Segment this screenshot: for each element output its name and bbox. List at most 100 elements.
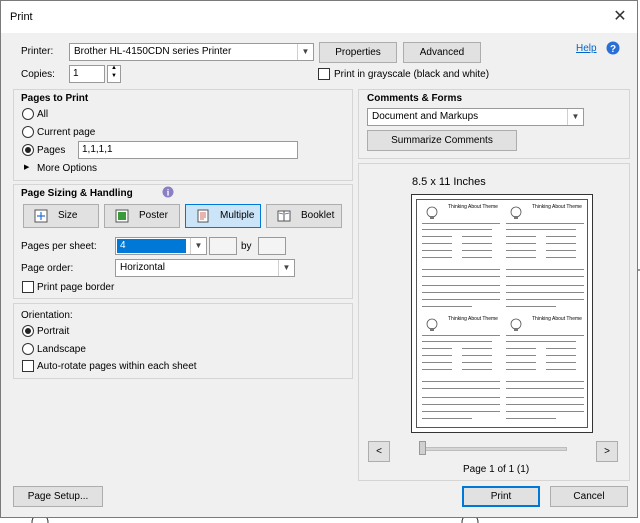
thumbnail-line [506,250,536,251]
preview-scrollbar-track[interactable] [419,447,567,451]
thumbnail-line [462,369,492,370]
radio-pages[interactable] [22,144,34,156]
copies-stepper[interactable]: ▲ ▼ [107,65,121,83]
thumbnail-line [546,348,576,349]
pages-per-sheet-select[interactable]: 4 ▼ [115,237,207,255]
thumbnail-line [506,257,536,258]
radio-all-label: All [37,109,49,120]
summarize-comments-button[interactable]: Summarize Comments [367,130,517,151]
pages-range-input[interactable]: 1,1,1,1 [78,141,298,159]
thumbnail-line [546,243,576,244]
close-icon[interactable]: ✕ [610,7,630,27]
thumbnail-line [422,397,500,398]
print-dialog: Print ✕ Printer: Brother HL-4150CDN seri… [0,0,638,518]
thumbnail-line [546,362,576,363]
radio-landscape[interactable] [22,343,34,355]
previous-page-button[interactable]: < [368,441,390,462]
thumbnail-line [506,411,584,412]
pages-per-sheet-highlight [117,239,186,253]
thumbnail-line [422,257,452,258]
thumbnail-line [546,369,576,370]
auto-rotate-checkbox[interactable] [22,360,34,372]
page-order-select[interactable]: Horizontal ▼ [115,259,295,277]
rows-input[interactable] [258,237,286,255]
thumbnail-line [422,388,500,389]
thumbnail-line [506,369,536,370]
info-icon[interactable]: i [162,186,174,198]
columns-input[interactable] [209,237,237,255]
thumbnail-line [422,418,472,419]
by-label: by [241,241,252,252]
thumbnail-line [422,223,500,224]
thumbnail-line [462,257,492,258]
paper-size-label: 8.5 x 11 Inches [412,176,486,188]
cancel-button[interactable]: Cancel [550,486,628,507]
printer-select-value: Brother HL-4150CDN series Printer [74,46,232,57]
chevron-down-icon: ▼ [278,260,294,276]
thumbnail-cell: Thinking About Theme [504,315,588,427]
advanced-button[interactable]: Advanced [403,42,481,63]
thumbnail-line [546,355,576,356]
thumbnail-line [462,243,492,244]
thumbnail-line [506,229,576,230]
printer-select[interactable]: Brother HL-4150CDN series Printer ▼ [69,43,314,61]
thumbnail-line [506,397,584,398]
expand-triangle-icon[interactable]: ▶ [24,163,29,171]
size-button[interactable]: Size [23,204,99,228]
thumbnail-title: Thinking About Theme [448,316,498,322]
poster-button[interactable]: Poster [104,204,180,228]
grayscale-checkbox[interactable] [318,68,330,80]
help-link[interactable]: Help [576,43,597,54]
dialog-title: Print [10,11,33,23]
thumbnail-line [422,404,500,405]
thumbnail-title: Thinking About Theme [532,204,582,210]
copies-input[interactable]: 1 [69,65,105,83]
stepper-up-icon[interactable]: ▲ [111,65,117,71]
size-icon [34,209,48,223]
lightbulb-icon [510,318,522,331]
lightbulb-icon [510,206,522,219]
thumbnail-line [462,355,492,356]
next-page-button[interactable]: > [596,441,618,462]
grayscale-label: Print in grayscale (black and white) [334,69,490,80]
thumbnail-line [422,269,500,270]
thumbnail-line [506,335,584,336]
thumbnail-line [506,223,584,224]
pages-per-sheet-value: 4 [120,240,126,251]
title-bar: Print ✕ [1,1,637,33]
thumbnail-line [462,236,492,237]
booklet-button[interactable]: Booklet [266,204,342,228]
thumbnail-line [422,229,492,230]
properties-button[interactable]: Properties [319,42,397,63]
preview-scrollbar-thumb[interactable] [419,441,426,455]
thumbnail-line [506,404,584,405]
help-icon[interactable]: ? [606,41,620,55]
booklet-icon [277,210,291,222]
stepper-down-icon[interactable]: ▼ [111,73,117,79]
print-button[interactable]: Print [462,486,540,507]
thumbnail-line [546,250,576,251]
thumbnail-line [506,306,556,307]
booklet-button-label: Booklet [301,210,335,221]
page-setup-button[interactable]: Page Setup... [13,486,103,507]
chevron-down-icon: ▼ [190,238,206,254]
print-page-border-checkbox[interactable] [22,281,34,293]
thumbnail-line [422,369,452,370]
thumbnail-line [422,243,452,244]
thumbnail-line [422,341,492,342]
comments-forms-select[interactable]: Document and Markups ▼ [367,108,584,126]
thumbnail-line [422,236,452,237]
more-options-toggle[interactable]: More Options [37,163,97,174]
thumbnail-cell: Thinking About Theme [420,203,504,315]
copies-label: Copies: [21,69,55,80]
pages-to-print-heading: Pages to Print [21,93,89,104]
multiple-button[interactable]: Multiple [185,204,261,228]
comments-forms-heading: Comments & Forms [367,93,463,104]
thumbnail-line [506,236,536,237]
multiple-icon [197,209,209,223]
poster-button-label: Poster [139,210,168,221]
radio-portrait[interactable] [22,325,34,337]
radio-current-page[interactable] [22,126,34,138]
radio-all[interactable] [22,108,34,120]
thumbnail-title: Thinking About Theme [448,204,498,210]
